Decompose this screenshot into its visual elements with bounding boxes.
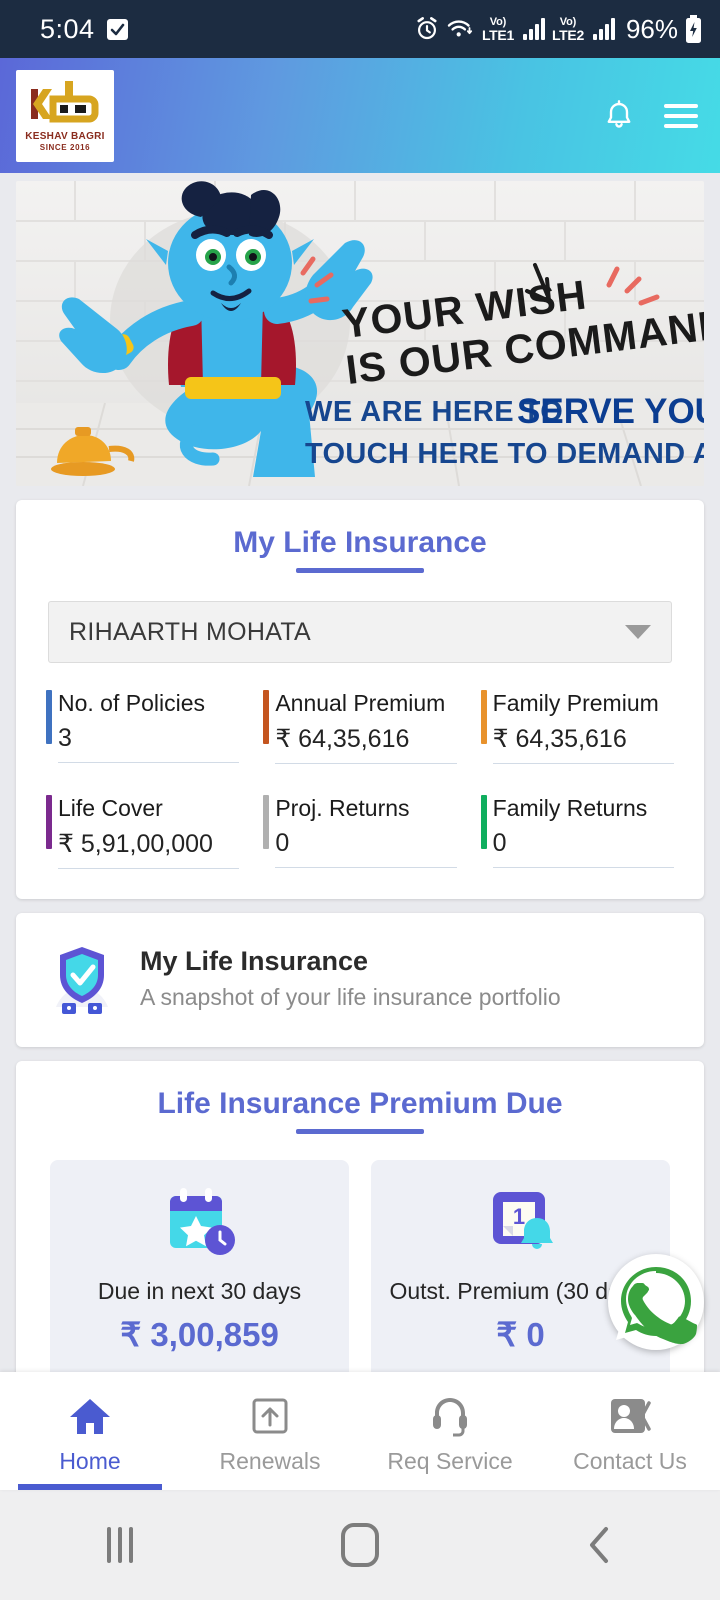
- battery-charging-icon: [685, 15, 702, 43]
- kb-monogram-icon: [31, 80, 99, 122]
- stat-label: Family Premium: [492, 690, 659, 716]
- my-life-insurance-title: My Life Insurance: [233, 526, 487, 559]
- svg-text:SERVE YOU: SERVE YOU: [517, 392, 704, 431]
- headset-icon: [430, 1394, 470, 1438]
- sim2-volte-icon: Vo) LTE2: [551, 15, 584, 43]
- insurance-stats: No. of Policies 3 Annual Premium ₹ 64,35…: [16, 663, 704, 899]
- tab-label: Home: [59, 1447, 121, 1474]
- logo-brand-name: KESHAV BAGRI: [25, 130, 105, 142]
- alarm-icon: [414, 16, 440, 42]
- stat-value: 3: [58, 724, 240, 763]
- reminder-bell-icon: 1: [381, 1184, 660, 1262]
- tab-label: Req Service: [387, 1447, 513, 1474]
- snapshot-subtitle: A snapshot of your life insurance portfo…: [140, 984, 561, 1010]
- whatsapp-fab-button[interactable]: [608, 1254, 704, 1350]
- stat-annual-premium: Annual Premium ₹ 64,35,616: [263, 689, 457, 764]
- status-bar: 5:04 Vo) LTE1 Vo) LTE2 96%: [0, 0, 720, 58]
- sim1-signal-icon: [522, 18, 545, 40]
- battery-percent-label: 96%: [625, 13, 678, 44]
- bell-icon[interactable]: [604, 99, 634, 133]
- member-select-value: RIHAARTH MOHATA: [69, 617, 312, 646]
- my-life-insurance-card: My Life Insurance RIHAARTH MOHATA No. of…: [16, 500, 704, 899]
- sim1-volte-icon: Vo) LTE1: [481, 15, 514, 43]
- brand-logo[interactable]: KESHAV BAGRI SINCE 2016: [16, 69, 114, 162]
- premium-due-tiles: Due in next 30 days ₹ 3,00,859 1 Outst. …: [16, 1134, 704, 1372]
- recents-icon: [107, 1527, 133, 1563]
- status-bar-clock: 5:04: [40, 13, 95, 44]
- svg-text:TOUCH HERE TO DEMAND A SERVICE: TOUCH HERE TO DEMAND A SERVICE: [305, 438, 704, 470]
- sim2-signal-icon: [592, 18, 615, 40]
- premium-due-card: Life Insurance Premium Due Due in next 3…: [16, 1060, 704, 1372]
- stat-value: ₹ 64,35,616: [492, 724, 674, 764]
- logo-since-label: SINCE 2016: [39, 142, 91, 152]
- svg-text:1: 1: [512, 1204, 524, 1229]
- whatsapp-icon: [615, 1261, 697, 1345]
- tile-amount: ₹ 3,00,859: [120, 1315, 279, 1353]
- stats-row-1: No. of Policies 3 Annual Premium ₹ 64,35…: [46, 689, 674, 764]
- stat-family-returns: Family Returns 0: [480, 794, 674, 869]
- tab-contact-us[interactable]: Contact Us: [540, 1372, 720, 1490]
- tab-req-service[interactable]: Req Service: [360, 1372, 540, 1490]
- stat-no-of-policies: No. of Policies 3: [46, 689, 240, 764]
- stat-value: 0: [275, 829, 457, 868]
- stat-family-premium: Family Premium ₹ 64,35,616: [480, 689, 674, 764]
- main-scroll-area[interactable]: YOUR WISH IS OUR COMMAND WE ARE HERE TO …: [0, 173, 720, 1372]
- status-bar-left: 5:04: [40, 14, 128, 45]
- hamburger-menu-icon[interactable]: [664, 103, 698, 128]
- stat-value: ₹ 5,91,00,000: [58, 829, 240, 869]
- header-actions: [604, 99, 698, 133]
- app-header: KESHAV BAGRI SINCE 2016: [0, 58, 720, 173]
- member-select[interactable]: RIHAARTH MOHATA: [48, 601, 672, 663]
- snapshot-title: My Life Insurance: [140, 946, 369, 976]
- upload-icon: [250, 1394, 290, 1438]
- tile-due-next-30-days[interactable]: Due in next 30 days ₹ 3,00,859: [50, 1159, 349, 1372]
- back-chevron-icon: [590, 1527, 608, 1563]
- android-navigation-bar: [0, 1490, 720, 1600]
- home-squircle-icon: [341, 1523, 379, 1567]
- stat-label: Proj. Returns: [275, 794, 410, 821]
- premium-due-title: Life Insurance Premium Due: [157, 1086, 563, 1120]
- calendar-star-icon: [60, 1184, 339, 1262]
- stat-label: Annual Premium: [275, 690, 446, 716]
- stats-row-2: Life Cover ₹ 5,91,00,000 Proj. Returns 0…: [46, 794, 674, 869]
- member-select-wrapper: RIHAARTH MOHATA: [16, 573, 704, 663]
- stat-proj-returns: Proj. Returns 0: [263, 794, 457, 869]
- chevron-down-icon: [625, 625, 651, 639]
- genie-banner-illustration: YOUR WISH IS OUR COMMAND WE ARE HERE TO …: [16, 181, 704, 486]
- stat-label: Life Cover: [58, 794, 163, 821]
- stat-label: Family Returns: [492, 794, 648, 821]
- bottom-navigation: Home Renewals Req Service Contact Us: [0, 1372, 720, 1490]
- tab-home[interactable]: Home: [0, 1372, 180, 1490]
- android-recents-button[interactable]: [0, 1490, 240, 1600]
- stat-value: ₹ 64,35,616: [275, 724, 457, 764]
- snapshot-text: My Life Insurance A snapshot of your lif…: [140, 946, 561, 1011]
- checkbox-icon: [106, 18, 128, 40]
- android-back-button[interactable]: [480, 1490, 720, 1600]
- contacts-icon: [609, 1394, 651, 1438]
- stat-label: No. of Policies: [58, 690, 206, 716]
- wifi-icon: [447, 17, 475, 41]
- status-bar-right: Vo) LTE1 Vo) LTE2 96%: [414, 14, 702, 45]
- tab-label: Renewals: [219, 1447, 321, 1474]
- tab-label: Contact Us: [573, 1447, 687, 1474]
- android-home-button[interactable]: [240, 1490, 480, 1600]
- life-insurance-snapshot-card[interactable]: My Life Insurance A snapshot of your lif…: [16, 912, 704, 1047]
- snapshot-row: My Life Insurance A snapshot of your lif…: [16, 913, 704, 1047]
- tile-label: Due in next 30 days: [97, 1277, 302, 1304]
- stat-life-cover: Life Cover ₹ 5,91,00,000: [46, 794, 240, 869]
- shield-check-icon: [46, 943, 118, 1015]
- stat-value: 0: [492, 829, 674, 868]
- tab-renewals[interactable]: Renewals: [180, 1372, 360, 1490]
- phone-screen: 5:04 Vo) LTE1 Vo) LTE2 96% KESHAV BAGRI …: [0, 0, 720, 1600]
- home-icon: [68, 1394, 112, 1438]
- service-banner[interactable]: YOUR WISH IS OUR COMMAND WE ARE HERE TO …: [16, 181, 704, 486]
